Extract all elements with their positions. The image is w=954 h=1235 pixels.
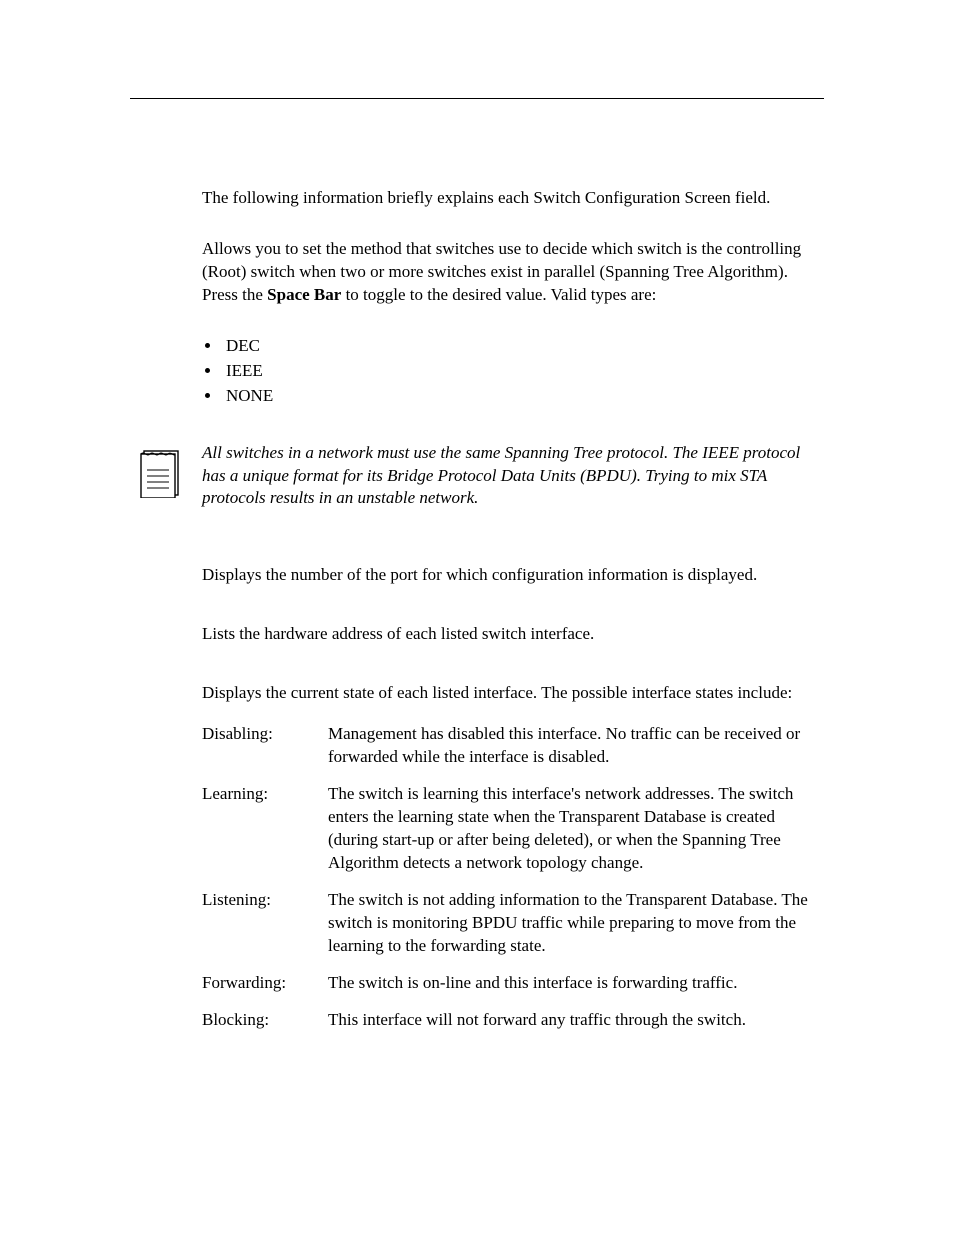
intro-paragraph: The following information briefly explai…	[202, 187, 824, 210]
definition-description: The switch is not adding information to …	[328, 889, 824, 958]
state-intro-paragraph: Displays the current state of each liste…	[202, 682, 824, 705]
definition-description: The switch is on-line and this interface…	[328, 972, 824, 995]
body-content: The following information briefly explai…	[202, 187, 824, 1032]
note-text: All switches in a network must use the s…	[202, 442, 824, 511]
port-number-paragraph: Displays the number of the port for whic…	[202, 564, 824, 587]
sta-paragraph: Allows you to set the method that switch…	[202, 238, 824, 307]
definition-term: Listening:	[202, 889, 328, 958]
definition-row: Blocking: This interface will not forwar…	[202, 1009, 824, 1032]
hw-address-paragraph: Lists the hardware address of each liste…	[202, 623, 824, 646]
definition-row: Forwarding: The switch is on-line and th…	[202, 972, 824, 995]
page-rule	[130, 98, 824, 99]
notepad-icon	[138, 442, 182, 498]
valid-types-list: DEC IEEE NONE	[202, 335, 824, 408]
definition-row: Disabling: Management has disabled this …	[202, 723, 824, 769]
definition-term: Forwarding:	[202, 972, 328, 995]
state-definitions: Disabling: Management has disabled this …	[202, 723, 824, 1031]
definition-description: This interface will not forward any traf…	[328, 1009, 824, 1032]
definition-term: Blocking:	[202, 1009, 328, 1032]
definition-term: Disabling:	[202, 723, 328, 769]
document-page: The following information briefly explai…	[0, 0, 954, 1235]
definition-row: Listening: The switch is not adding info…	[202, 889, 824, 958]
list-item: NONE	[222, 385, 824, 408]
note-block: All switches in a network must use the s…	[138, 442, 824, 511]
definition-row: Learning: The switch is learning this in…	[202, 783, 824, 875]
definition-term: Learning:	[202, 783, 328, 875]
definition-description: Management has disabled this interface. …	[328, 723, 824, 769]
definition-description: The switch is learning this interface's …	[328, 783, 824, 875]
list-item: DEC	[222, 335, 824, 358]
list-item: IEEE	[222, 360, 824, 383]
sta-text-after: to toggle to the desired value. Valid ty…	[341, 285, 656, 304]
space-bar-label: Space Bar	[267, 285, 341, 304]
